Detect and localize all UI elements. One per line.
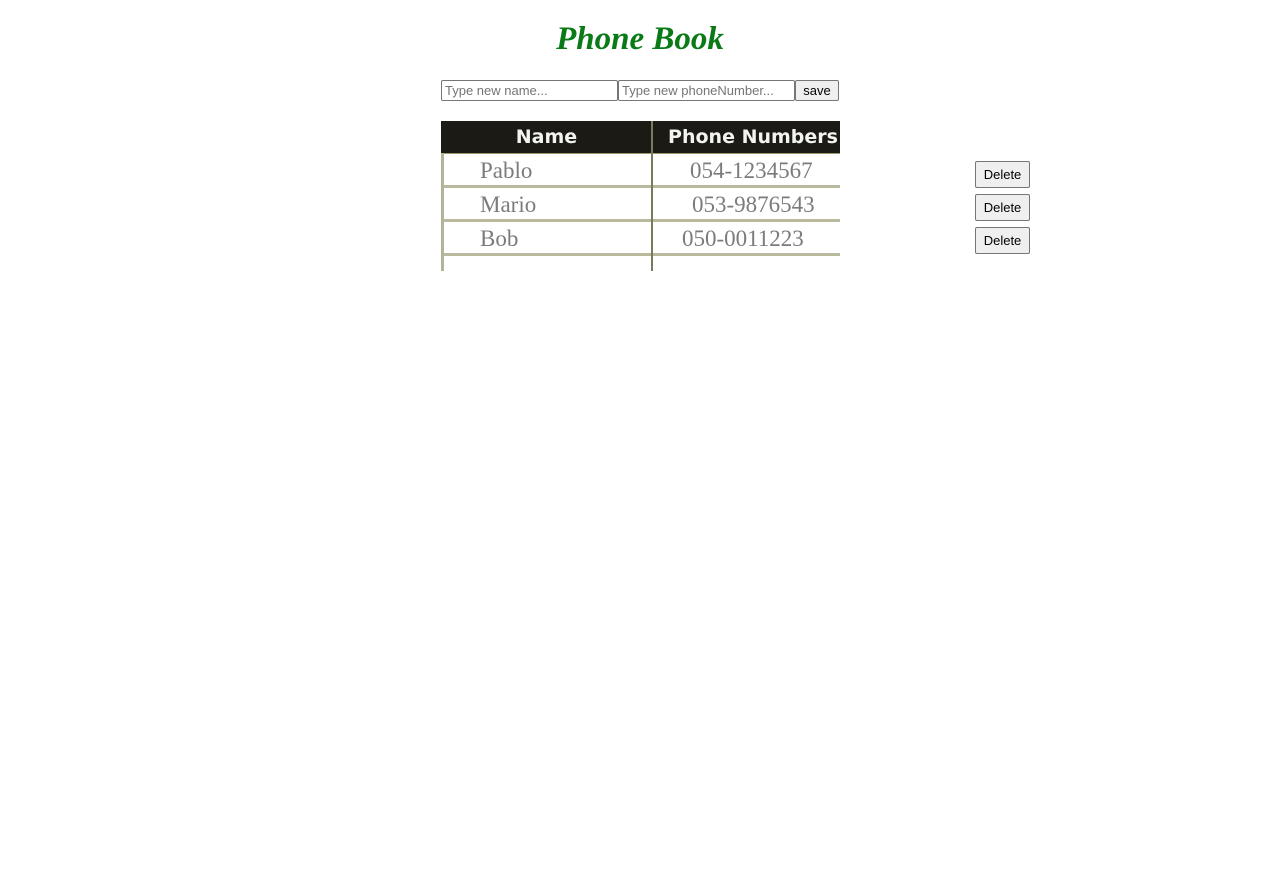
table-column-divider <box>651 121 653 271</box>
phone-number-input[interactable] <box>618 80 795 101</box>
table-row: Pablo 054-1234567 <box>441 154 840 188</box>
column-header-phone-numbers: Phone Numbers <box>668 126 838 148</box>
contact-phone: 054-1234567 <box>690 158 813 183</box>
contact-phone: 053-9876543 <box>692 192 815 217</box>
add-contact-form: save <box>441 80 839 101</box>
contact-name: Pablo <box>480 158 533 183</box>
contact-phone: 050-0011223 <box>682 226 804 251</box>
save-button[interactable]: save <box>795 80 839 101</box>
page-title: Phone Book <box>556 21 724 57</box>
delete-button-bob[interactable]: Delete <box>975 227 1030 254</box>
name-input[interactable] <box>441 80 618 101</box>
table-row: Bob 050-0011223 <box>441 222 840 256</box>
contact-name: Bob <box>480 226 519 251</box>
table-border-left <box>441 153 444 271</box>
column-header-name: Name <box>515 126 578 148</box>
delete-button-mario[interactable]: Delete <box>975 194 1030 221</box>
contact-name: Mario <box>480 192 537 217</box>
table-row: Mario 053-9876543 <box>441 188 840 222</box>
table-header: Name Phone Numbers <box>441 121 840 154</box>
phone-book-page: Phone Book save Name Phone Numbers Pablo… <box>0 0 1280 881</box>
phone-table-image: Name Phone Numbers Pablo 054-1234567 Mar… <box>441 121 840 271</box>
delete-button-pablo[interactable]: Delete <box>975 161 1030 188</box>
